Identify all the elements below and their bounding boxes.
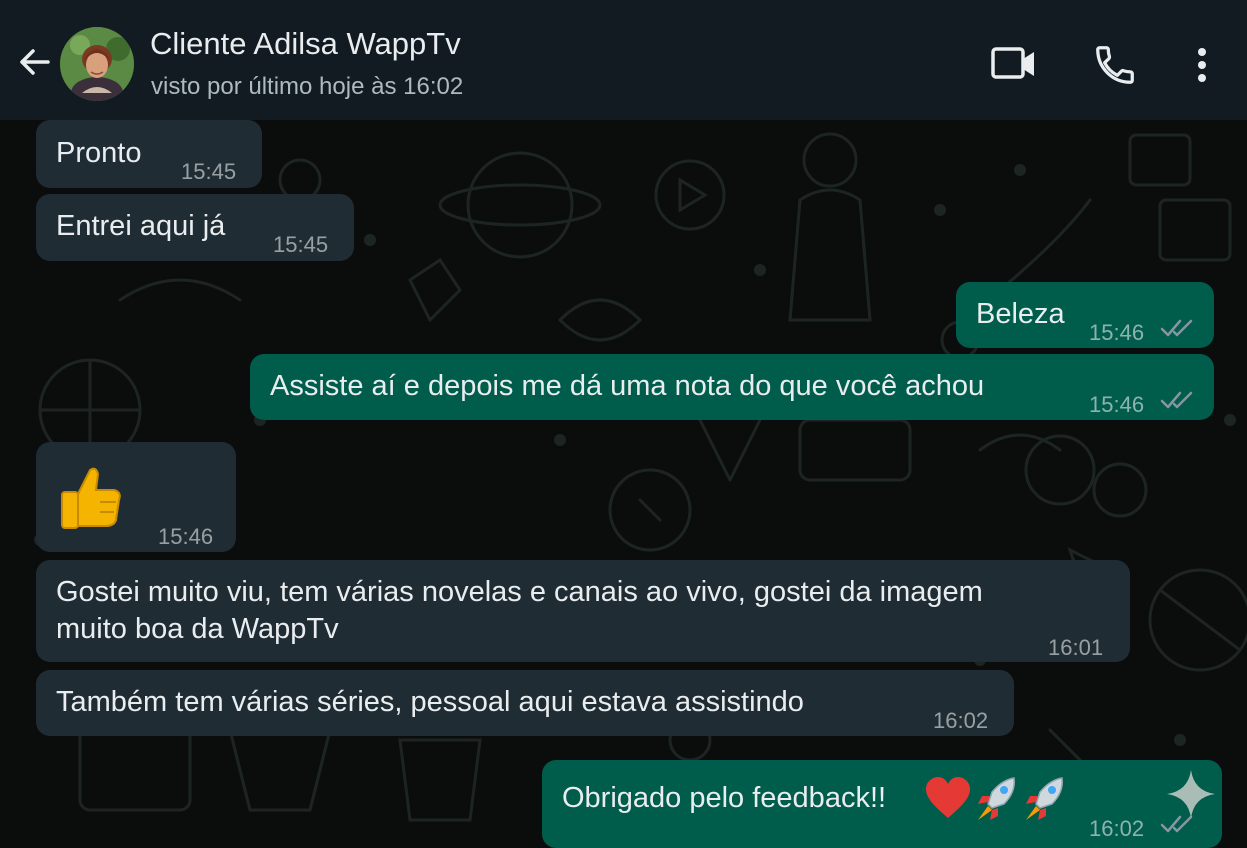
chat-header: Cliente Adilsa WappTv visto por último h… bbox=[0, 0, 1247, 120]
message-text: Entrei aqui já bbox=[56, 210, 226, 242]
avatar bbox=[60, 27, 134, 101]
rocket-emoji-icon bbox=[978, 777, 1016, 820]
message-time: 16:02 bbox=[933, 708, 989, 733]
outgoing-message[interactable]: Obrigado pelo feedback!! 16:02 bbox=[542, 760, 1222, 848]
incoming-message[interactable]: Também tem várias séries, pessoal aqui e… bbox=[36, 670, 1014, 736]
incoming-emoji-message[interactable]: 15:46 bbox=[36, 442, 236, 552]
message-time: 16:02 bbox=[1089, 816, 1145, 841]
message-time: 15:46 bbox=[1089, 392, 1145, 417]
incoming-message[interactable]: Gostei muito viu, tem várias novelas e c… bbox=[36, 560, 1130, 662]
rocket-emoji-icon bbox=[1026, 777, 1064, 820]
message-text-line-1: Gostei muito viu, tem várias novelas e c… bbox=[56, 576, 983, 608]
message-text: Obrigado pelo feedback!! bbox=[562, 782, 887, 814]
contact-avatar[interactable] bbox=[60, 27, 134, 101]
video-call-button[interactable] bbox=[990, 42, 1038, 86]
outgoing-message[interactable]: Assiste aí e depois me dá uma nota do qu… bbox=[250, 354, 1214, 420]
incoming-message[interactable]: Entrei aqui já 15:45 bbox=[36, 194, 354, 261]
message-text: Pronto bbox=[56, 137, 142, 169]
phone-icon bbox=[1096, 46, 1134, 84]
video-call-icon bbox=[991, 47, 1034, 79]
message-text: Assiste aí e depois me dá uma nota do qu… bbox=[270, 370, 985, 402]
message-text-line-2: muito boa da WappTv bbox=[56, 613, 339, 645]
thumbs-up-emoji-icon bbox=[61, 467, 121, 529]
contact-name[interactable]: Cliente Adilsa WappTv bbox=[150, 26, 461, 62]
sparkle-icon bbox=[1167, 770, 1215, 818]
back-button[interactable] bbox=[14, 42, 54, 82]
read-ticks-icon bbox=[1160, 319, 1193, 337]
back-arrow-icon bbox=[20, 49, 50, 75]
message-time: 15:45 bbox=[273, 232, 329, 257]
message-time: 15:45 bbox=[181, 159, 237, 184]
more-options-button[interactable] bbox=[1186, 42, 1218, 88]
incoming-message[interactable]: Pronto 15:45 bbox=[36, 120, 262, 188]
voice-call-button[interactable] bbox=[1092, 42, 1138, 88]
outgoing-message[interactable]: Beleza 15:46 bbox=[956, 282, 1214, 348]
more-vert-icon bbox=[1198, 48, 1206, 82]
message-time: 15:46 bbox=[158, 524, 214, 549]
message-text: Também tem várias séries, pessoal aqui e… bbox=[56, 686, 804, 718]
message-time: 16:01 bbox=[1048, 635, 1104, 660]
read-ticks-icon bbox=[1160, 391, 1193, 409]
last-seen-status: visto por último hoje às 16:02 bbox=[151, 73, 464, 100]
message-time: 15:46 bbox=[1089, 320, 1145, 345]
chat-area[interactable]: Pronto 15:45 Entrei aqui já 15:45 Beleza… bbox=[0, 120, 1247, 848]
message-text: Beleza bbox=[976, 298, 1065, 330]
red-heart-emoji-icon bbox=[926, 777, 970, 818]
